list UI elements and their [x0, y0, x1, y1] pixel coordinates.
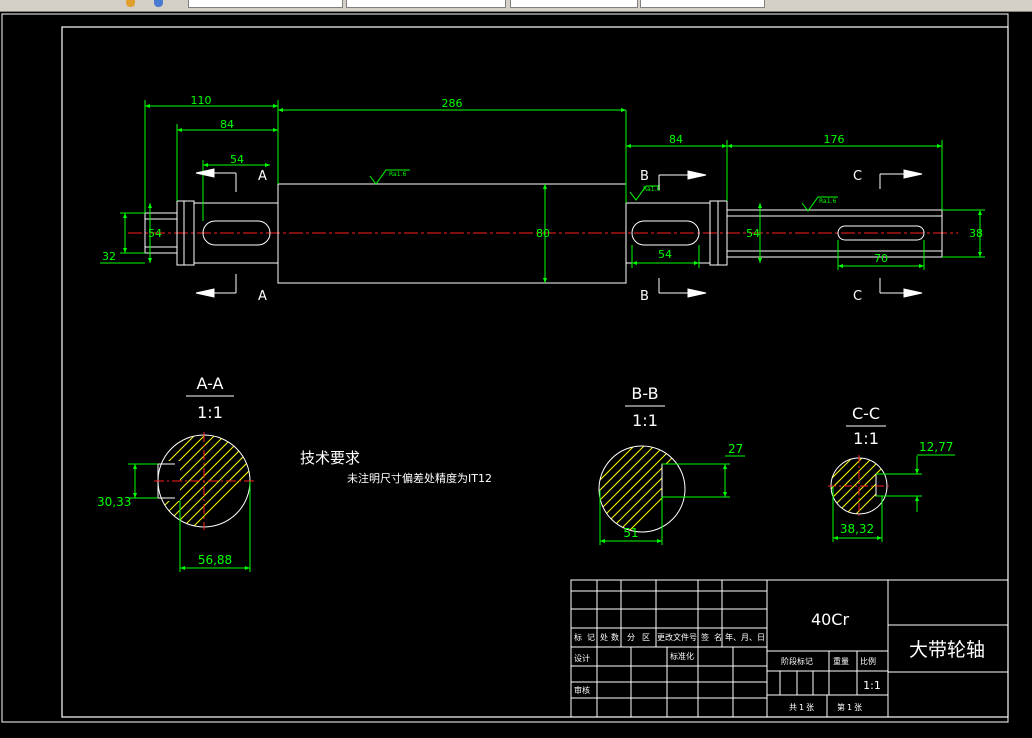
dim-54-dia-left: 54: [148, 227, 162, 240]
drawing-canvas[interactable]: 110 84 54 286 84 176 32 54 80 54 54 70 3…: [0, 11, 1032, 734]
tb-sheji: 设计: [574, 653, 590, 663]
roughness-label-2: Ra1.6: [643, 186, 660, 193]
lineweight-dropdown[interactable]: [640, 0, 765, 8]
section-mark-b-top: B: [640, 169, 649, 184]
tb-ming: 名: [714, 632, 722, 642]
section-aa-scale: 1:1: [197, 403, 223, 422]
tb-shenhe: 审核: [574, 685, 590, 695]
tech-requirements-line-1: 未注明尺寸偏差处精度为IT12: [347, 471, 492, 485]
tb-fen: 分: [627, 633, 635, 642]
part-name: 大带轮轴: [909, 639, 985, 661]
color-dropdown[interactable]: [346, 0, 506, 8]
tb-gengai: 更改文件号: [657, 632, 697, 642]
tb-qu: 区: [642, 633, 650, 642]
section-aa-dim-h: 30,33: [97, 495, 131, 509]
layer-dropdown[interactable]: [188, 0, 343, 8]
tb-bili: 比例: [860, 656, 876, 666]
tb-zhang-count-1: 1: [799, 703, 804, 712]
tb-gong: 共: [789, 703, 797, 712]
tb-zhang-2: 张: [854, 703, 862, 712]
dim-84-left: 84: [220, 118, 234, 131]
section-mark-c-top: C: [853, 169, 862, 184]
drawing-frame: [1, 13, 1009, 723]
scale-value: 1:1: [863, 679, 881, 692]
dim-84-right: 84: [669, 133, 683, 146]
tech-requirements-heading: 技术要求: [300, 449, 360, 467]
dim-70: 70: [874, 252, 888, 265]
section-bb-scale: 1:1: [632, 411, 658, 430]
tb-qian: 签: [701, 632, 709, 642]
tb-biao: 标: [574, 632, 582, 642]
section-mark-c-bottom: C: [853, 289, 862, 304]
tb-zhang-1: 张: [806, 703, 814, 712]
section-cc-scale: 1:1: [853, 429, 879, 448]
roughness-label-1: Ra1.6: [389, 171, 406, 178]
section-mark-b-bottom: B: [640, 289, 649, 304]
section-cc-dim-h: 12,77: [919, 440, 953, 454]
section-cc: C-C 1:1 12,77 38,32: [828, 404, 955, 542]
tb-di: 第: [837, 702, 845, 712]
tb-shu: 数: [611, 632, 619, 642]
tb-jieduan: 阶段标记: [781, 656, 813, 666]
roughness-label-3: Ra1.6: [819, 198, 836, 205]
section-bb-title: B-B: [631, 384, 658, 403]
section-aa-dim-w: 56,88: [198, 553, 232, 567]
dim-80: 80: [536, 227, 550, 240]
material-label: 40Cr: [811, 610, 850, 629]
section-aa-title: A-A: [197, 374, 224, 393]
cad-drawing: 110 84 54 286 84 176 32 54 80 54 54 70 3…: [1, 13, 1009, 723]
tb-zhang-count-2: 1: [847, 703, 852, 712]
section-aa: A-A 1:1 30,33 56,88: [97, 374, 254, 572]
dim-54-keyway-b: 54: [658, 248, 672, 261]
dim-54-dia-right: 54: [746, 227, 760, 240]
section-cc-title: C-C: [852, 404, 880, 423]
tb-biaozhunhua: 标准化: [670, 651, 694, 661]
color-icon[interactable]: [154, 0, 163, 7]
section-bb-dim-w: 51: [623, 526, 638, 540]
dim-110: 110: [191, 94, 212, 107]
tb-ji: 记: [587, 633, 595, 642]
section-cc-dim-w: 38,32: [840, 522, 874, 536]
dim-286: 286: [442, 97, 463, 110]
section-mark-a-top: A: [258, 169, 267, 184]
section-bb: B-B 1:1 27 51: [598, 384, 745, 545]
dim-38: 38: [969, 227, 983, 240]
dim-32: 32: [102, 250, 116, 263]
roughness-symbols: [369, 169, 838, 212]
dimension-text: 110 84 54 286 84 176 32 54 80 54 54 70 3…: [102, 94, 983, 265]
layer-icon[interactable]: [126, 0, 135, 7]
section-mark-a-bottom: A: [258, 289, 267, 304]
tb-chu: 处: [600, 632, 608, 642]
tb-nianyueri: 年、月、日: [725, 632, 765, 642]
linetype-dropdown[interactable]: [510, 0, 638, 8]
dim-54-keyway-a: 54: [230, 153, 244, 166]
dim-176: 176: [824, 133, 845, 146]
tb-zhongliang: 重量: [833, 656, 849, 666]
section-bb-dim-h: 27: [728, 442, 743, 456]
